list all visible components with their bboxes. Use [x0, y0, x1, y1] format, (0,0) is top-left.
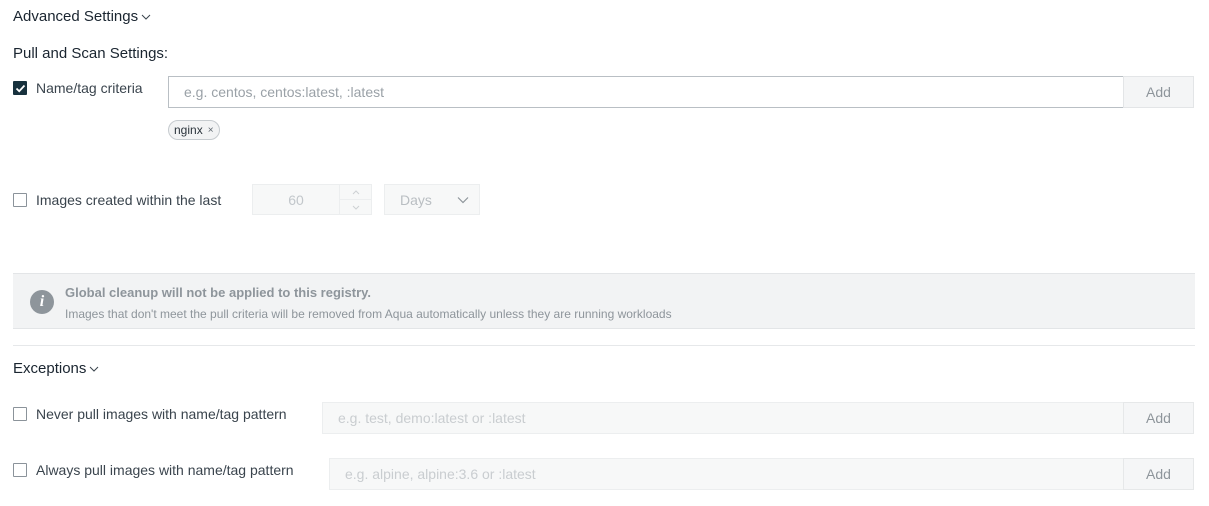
time-unit-select[interactable]: Days — [384, 184, 480, 215]
global-cleanup-notice: i Global cleanup will not be applied to … — [13, 273, 1195, 329]
always-pull-checkbox[interactable] — [13, 463, 27, 477]
close-icon[interactable]: × — [208, 125, 214, 136]
name-tag-criteria-label: Name/tag criteria — [36, 80, 143, 96]
exceptions-toggle[interactable]: Exceptions — [13, 360, 99, 377]
tag-chip-label: nginx — [174, 123, 203, 137]
exceptions-title: Exceptions — [13, 360, 87, 377]
stepper-down-icon[interactable] — [340, 200, 371, 214]
images-created-value: 60 — [288, 191, 304, 208]
info-icon: i — [30, 290, 54, 314]
never-pull-add-button[interactable]: Add — [1123, 402, 1194, 434]
tag-chip-nginx: nginx × — [168, 120, 220, 140]
never-pull-label: Never pull images with name/tag pattern — [36, 406, 287, 422]
name-tag-criteria-input[interactable] — [168, 76, 1124, 108]
stepper-up-icon[interactable] — [340, 185, 371, 200]
number-stepper[interactable] — [339, 185, 371, 214]
chevron-down-icon — [90, 366, 99, 372]
chevron-down-icon — [141, 14, 151, 20]
advanced-settings-title: Advanced Settings — [13, 8, 139, 25]
notice-title: Global cleanup will not be applied to th… — [65, 285, 372, 300]
always-pull-label: Always pull images with name/tag pattern — [36, 462, 294, 478]
never-pull-input[interactable] — [322, 402, 1124, 434]
images-created-checkbox[interactable] — [13, 193, 27, 207]
never-pull-checkbox[interactable] — [13, 407, 27, 421]
name-tag-add-button[interactable]: Add — [1123, 76, 1194, 108]
section-divider — [13, 345, 1195, 346]
time-unit-value: Days — [400, 191, 432, 208]
notice-text: Images that don't meet the pull criteria… — [65, 307, 672, 321]
always-pull-add-button[interactable]: Add — [1123, 458, 1194, 490]
images-created-label: Images created within the last — [36, 192, 222, 208]
advanced-settings-toggle[interactable]: Advanced Settings — [13, 8, 151, 25]
pull-scan-heading: Pull and Scan Settings: — [13, 45, 169, 62]
chevron-down-icon — [457, 196, 469, 203]
checkmark-icon — [15, 84, 25, 92]
name-tag-criteria-checkbox[interactable] — [13, 81, 27, 95]
always-pull-input[interactable] — [329, 458, 1124, 490]
images-created-number-input[interactable]: 60 — [252, 184, 372, 215]
